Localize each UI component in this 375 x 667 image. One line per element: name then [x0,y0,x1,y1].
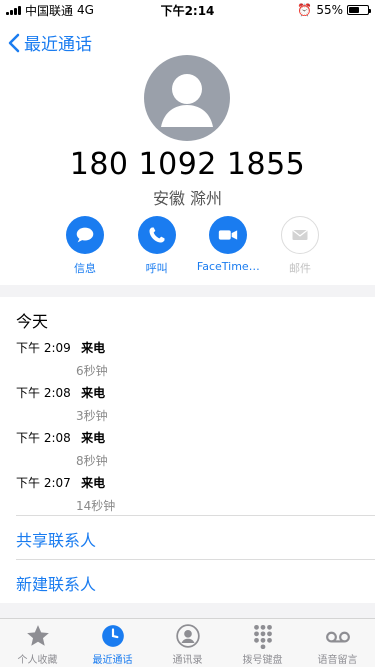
call-entry: 下午 2:09 来电 6秒钟 [16,337,216,379]
section-separator [0,285,375,297]
call-button[interactable]: 呼叫 [122,216,192,276]
call-entry: 下午 2:08 来电 3秒钟 [16,382,216,424]
tab-favorites-label: 个人收藏 [17,655,58,666]
bottom-separator [0,603,375,618]
phone-number: 180 1092 1855 [69,147,306,182]
keypad-icon [253,624,272,649]
call-type: 来电 [81,476,106,490]
call-duration: 14秒钟 [76,499,116,513]
tab-voicemail[interactable]: 语音留言 [300,619,375,666]
tab-favorites[interactable]: 个人收藏 [0,619,75,666]
battery-fill [349,7,359,13]
battery-percent: 55% [316,3,343,17]
tab-recents-label: 最近通话 [92,655,133,666]
facetime-button[interactable]: FaceTime… [193,216,263,276]
network-label: 4G [77,3,94,17]
facetime-label: FaceTime… [196,260,260,273]
call-duration: 3秒钟 [76,409,108,423]
contacts-icon [175,624,200,648]
tab-contacts-label: 通讯录 [172,655,203,666]
alarm-icon: ⏰ [297,3,313,17]
call-time: 下午 2:07 [16,476,71,490]
call-time: 下午 2:09 [16,341,71,355]
chevron-left-icon [8,33,20,52]
call-time: 下午 2:08 [16,386,71,400]
calls-date-header: 今天 [16,312,49,331]
signal-icon [6,5,21,15]
clock-icon [101,625,124,647]
tab-keypad[interactable]: 拨号键盘 [225,619,300,666]
avatar [144,55,230,141]
mail-circle [280,216,319,254]
call-label: 呼叫 [145,262,168,275]
back-label: 最近通话 [24,35,92,55]
mail-icon [292,229,308,240]
action-row: 信息 呼叫 FaceTime… 邮件 [50,216,335,276]
mail-label: 邮件 [288,262,311,275]
status-right: ⏰ 55% [297,3,371,17]
number-location: 安徽 滁州 [152,189,223,208]
tab-recents[interactable]: 最近通话 [75,619,150,666]
person-icon [161,74,213,127]
back-button[interactable]: 最近通话 [8,30,92,55]
call-duration: 8秒钟 [76,454,108,468]
call-circle [137,216,176,254]
phone-icon [149,227,165,243]
tab-keypad-label: 拨号键盘 [242,655,283,666]
call-type: 来电 [81,386,106,400]
tab-voicemail-label: 语音留言 [317,655,358,666]
status-left: 中国联通 4G [6,2,94,19]
message-circle [66,216,104,254]
call-type: 来电 [81,431,106,445]
carrier-label: 中国联通 [25,3,74,18]
voicemail-icon [325,631,350,643]
divider [16,515,375,516]
call-time: 下午 2:08 [16,431,71,445]
new-contact-link[interactable]: 新建联系人 [16,571,96,595]
tab-contacts[interactable]: 通讯录 [150,619,225,666]
call-entry: 下午 2:08 来电 8秒钟 [16,427,216,469]
call-duration: 6秒钟 [76,364,108,378]
video-icon [219,230,238,240]
message-icon [76,227,94,243]
status-bar: 中国联通 4G 下午2:14 ⏰ 55% [0,0,375,20]
mail-button[interactable]: 邮件 [265,216,335,276]
battery-icon [347,5,371,15]
divider [16,559,375,560]
message-label: 信息 [74,262,96,275]
call-type: 来电 [81,341,106,355]
call-entry: 下午 2:07 来电 14秒钟 [16,472,216,514]
facetime-circle [209,216,248,254]
star-icon [26,625,49,646]
tab-bar: 个人收藏 最近通话 通讯录 拨号键盘 语音留言 [0,618,375,667]
message-button[interactable]: 信息 [50,216,120,276]
share-contact-link[interactable]: 共享联系人 [16,527,96,551]
